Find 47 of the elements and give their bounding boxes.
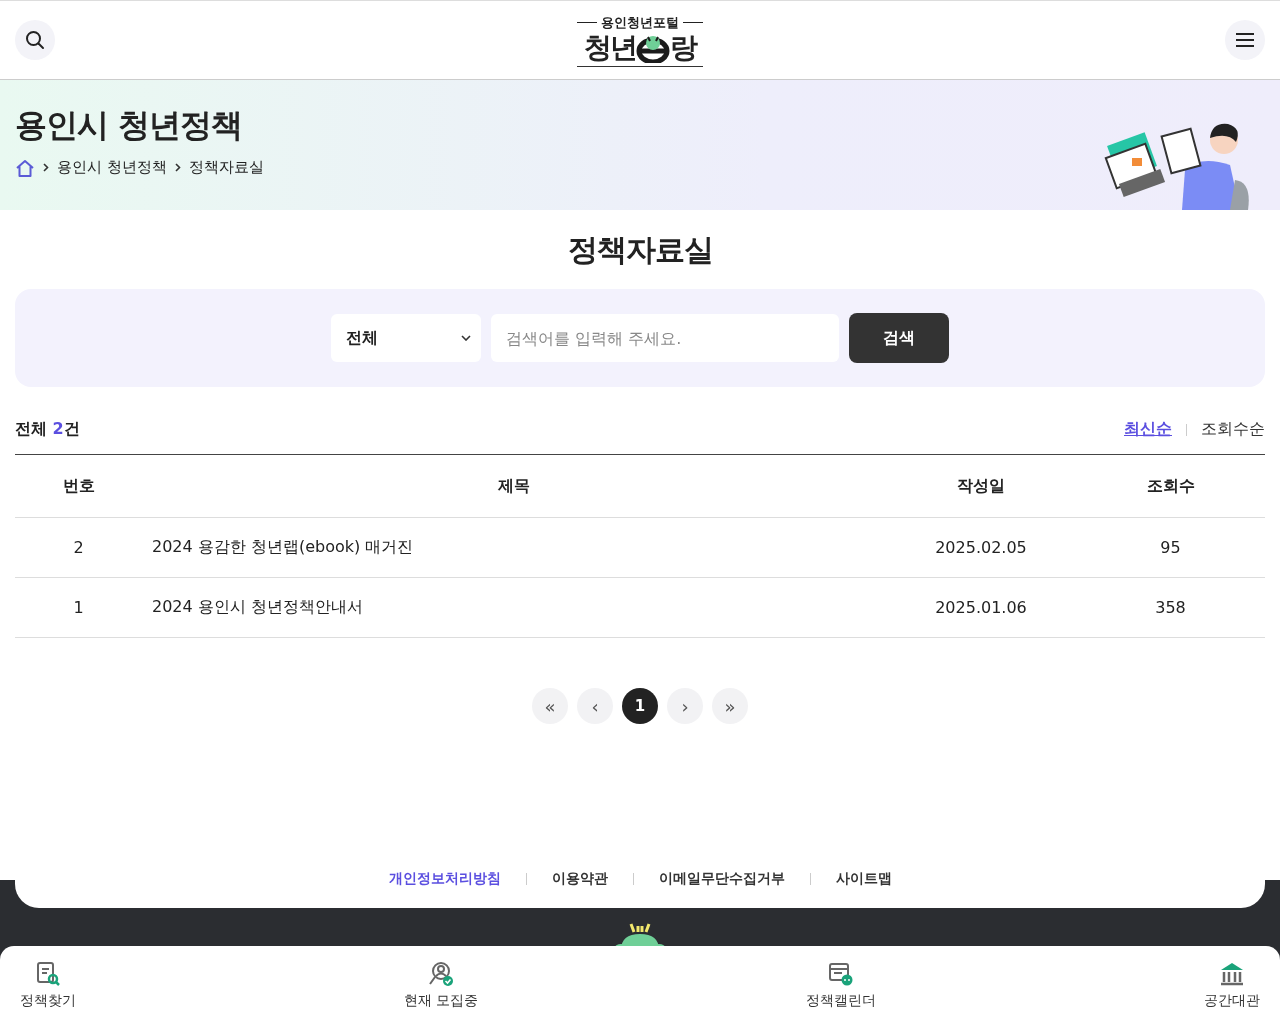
column-header: 제목 [142, 455, 886, 518]
bottom-nav-item[interactable]: 현재 모집중 [403, 946, 479, 1024]
sort-option[interactable]: 최신순 [1124, 419, 1172, 440]
footer-link[interactable]: 개인정보처리방침 [388, 870, 501, 888]
column-header: 번호 [15, 455, 142, 518]
building-icon [1218, 960, 1246, 988]
bottom-nav-item[interactable]: 정책찾기 [20, 946, 76, 1024]
table-cell: 2025.01.06 [886, 577, 1076, 638]
footer-link[interactable]: 이용약관 [551, 870, 608, 888]
search-submit-button[interactable]: 검색 [849, 313, 949, 363]
document-search-icon [34, 960, 62, 988]
banner-title: 용인시 청년정책 [15, 105, 244, 146]
next-page-button[interactable]: › [667, 688, 703, 724]
table-cell: 95 [1076, 517, 1265, 578]
page-title: 정책자료실 [566, 231, 714, 269]
chevron-right-icon [43, 163, 49, 172]
previous-page-button[interactable]: ‹ [577, 688, 613, 724]
last-page-button[interactable]: » [712, 688, 748, 724]
search-icon [25, 30, 45, 50]
column-header: 조회수 [1076, 455, 1265, 518]
search-field[interactable]: 검색어를 입력해 주세요. [491, 314, 839, 362]
table-cell: 358 [1076, 577, 1265, 638]
first-page-button[interactable]: « [532, 688, 568, 724]
table-cell: 1 [15, 577, 142, 638]
person-check-icon [427, 960, 456, 988]
table-cell: 2 [15, 517, 142, 578]
menu-icon [1235, 32, 1255, 48]
footer-link[interactable]: 이메일무단수집거부 [658, 870, 785, 888]
breadcrumb-link[interactable]: 정책자료실 [188, 158, 264, 177]
bottom-nav-item[interactable]: 공간대관 [1204, 946, 1260, 1024]
page-number-button[interactable]: 1 [622, 688, 658, 724]
chevron-down-icon [461, 335, 471, 341]
post-title-link[interactable]: 2024 용감한 청년랩(ebook) 매거진 [152, 537, 414, 556]
site-logo[interactable]: 용인청년포털 청년 랑 [577, 13, 703, 67]
sort-option[interactable]: 조회수순 [1201, 419, 1265, 440]
breadcrumb-link[interactable]: 용인시 청년정책 [57, 158, 167, 177]
column-header: 작성일 [886, 455, 1076, 518]
search-button[interactable] [15, 20, 55, 60]
table-cell: 2025.02.05 [886, 517, 1076, 578]
category-select[interactable]: 전체 [331, 314, 481, 362]
chevron-right-icon [174, 163, 181, 172]
post-title-link[interactable]: 2024 용인시 청년정책안내서 [152, 597, 363, 616]
total-count: 전체 2건 [15, 419, 80, 440]
menu-button[interactable] [1225, 20, 1265, 60]
bottom-nav-item[interactable]: 정책캘린더 [806, 946, 877, 1024]
home-icon[interactable] [15, 158, 35, 177]
footer-link[interactable]: 사이트맵 [835, 870, 892, 888]
